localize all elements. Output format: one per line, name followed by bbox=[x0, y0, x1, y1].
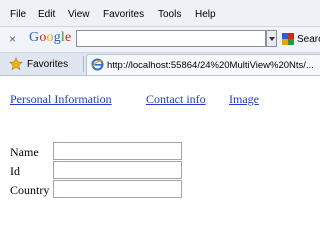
star-icon[interactable] bbox=[9, 57, 23, 71]
id-field[interactable] bbox=[53, 161, 182, 179]
page-content: Personal Information Contact info Image … bbox=[0, 76, 320, 250]
google-search-input[interactable] bbox=[76, 30, 266, 47]
country-field[interactable] bbox=[53, 180, 182, 198]
ie-page-icon bbox=[91, 58, 104, 71]
google-toolbar: × Google Searc bbox=[0, 27, 320, 53]
close-toolbar-icon[interactable]: × bbox=[9, 32, 16, 46]
personal-information-link[interactable]: Personal Information bbox=[10, 92, 112, 107]
browser-tab[interactable]: http://localhost:55864/24%20MultiView%20… bbox=[86, 54, 320, 75]
name-field[interactable] bbox=[53, 142, 182, 160]
menu-bar: File Edit View Favorites Tools Help bbox=[0, 0, 320, 27]
google-search-button[interactable]: Searc bbox=[297, 34, 320, 45]
menu-view[interactable]: View bbox=[68, 9, 90, 20]
menu-tools[interactable]: Tools bbox=[158, 9, 181, 20]
google-logo: Google bbox=[29, 30, 72, 45]
id-label: Id bbox=[10, 164, 20, 178]
name-label: Name bbox=[10, 145, 39, 159]
favorites-button[interactable]: Favorites bbox=[27, 59, 68, 70]
tab-title: http://localhost:55864/24%20MultiView%20… bbox=[107, 60, 314, 71]
google-search-icon[interactable] bbox=[282, 32, 294, 45]
menu-file[interactable]: File bbox=[10, 9, 26, 20]
menu-help[interactable]: Help bbox=[195, 9, 216, 20]
search-dropdown-button[interactable] bbox=[266, 30, 277, 47]
contact-info-link[interactable]: Contact info bbox=[146, 92, 206, 107]
menu-favorites[interactable]: Favorites bbox=[103, 9, 144, 20]
toolbar-divider bbox=[83, 56, 84, 72]
favorites-bar: Favorites http://localhost:55864/24%20Mu… bbox=[0, 53, 320, 76]
image-link[interactable]: Image bbox=[229, 92, 259, 107]
menu-edit[interactable]: Edit bbox=[38, 9, 55, 20]
country-label: Country bbox=[10, 183, 50, 197]
